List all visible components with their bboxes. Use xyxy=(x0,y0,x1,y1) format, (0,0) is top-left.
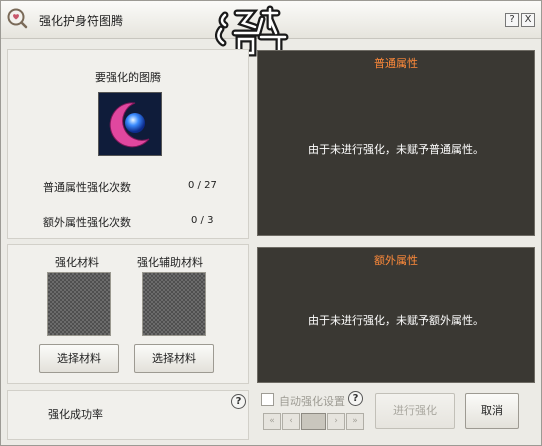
pager-slider-thumb[interactable] xyxy=(301,413,326,430)
success-rate-help-icon[interactable]: ? xyxy=(231,394,246,409)
last-page-button[interactable]: » xyxy=(346,413,364,430)
select-material-button[interactable]: 选择材料 xyxy=(39,344,119,373)
extra-attribute-panel: 额外属性 由于未进行强化，未赋予额外属性。 xyxy=(257,247,535,383)
next-page-button[interactable]: › xyxy=(327,413,345,430)
success-rate-label: 强化成功率 xyxy=(48,408,103,421)
emblem-slot[interactable] xyxy=(98,92,162,156)
first-page-button[interactable]: « xyxy=(263,413,281,430)
extra-attribute-title: 额外属性 xyxy=(374,254,418,267)
success-rate-panel xyxy=(7,390,249,440)
extra-enhance-count-label: 额外属性强化次数 xyxy=(43,216,131,229)
window-title: 强化护身符图腾 xyxy=(39,14,124,28)
prev-page-button[interactable]: ‹ xyxy=(282,413,300,430)
help-button[interactable]: ? xyxy=(505,13,519,27)
normal-enhance-count-label: 普通属性强化次数 xyxy=(43,181,131,194)
enhance-button[interactable]: 进行强化 xyxy=(375,393,455,429)
assist-material-slot[interactable] xyxy=(142,272,206,336)
auto-enhance-help-icon[interactable]: ? xyxy=(348,391,363,406)
moon-orb-icon xyxy=(109,102,150,148)
close-button[interactable]: X xyxy=(521,13,535,27)
extra-enhance-count-value: 0 / 3 xyxy=(191,215,214,226)
magnifier-heart-icon xyxy=(7,8,28,29)
auto-enhance-label: 自动强化设置 xyxy=(279,395,345,408)
title-bar[interactable]: 强化护身符图腾 ? X xyxy=(1,1,541,59)
auto-enhance-checkbox[interactable] xyxy=(261,393,274,406)
material-label: 强化材料 xyxy=(55,256,99,269)
normal-enhance-count-value: 0 / 27 xyxy=(188,180,217,191)
normal-attribute-message: 由于未进行强化，未赋予普通属性。 xyxy=(308,143,484,156)
extra-attribute-message: 由于未进行强化，未赋予额外属性。 xyxy=(308,314,484,327)
target-label: 要强化的图腾 xyxy=(95,71,161,84)
material-slot[interactable] xyxy=(47,272,111,336)
enhance-talisman-window: 强化护身符图腾 ? X 要强化的图腾 普通属性强化次数 0 / 27 额外属性强… xyxy=(0,0,542,446)
assist-material-label: 强化辅助材料 xyxy=(137,256,203,269)
normal-attribute-panel: 普通属性 由于未进行强化，未赋予普通属性。 xyxy=(257,50,535,236)
cancel-button[interactable]: 取消 xyxy=(465,393,519,429)
select-assist-material-button[interactable]: 选择材料 xyxy=(134,344,214,373)
normal-attribute-title: 普通属性 xyxy=(374,57,418,70)
